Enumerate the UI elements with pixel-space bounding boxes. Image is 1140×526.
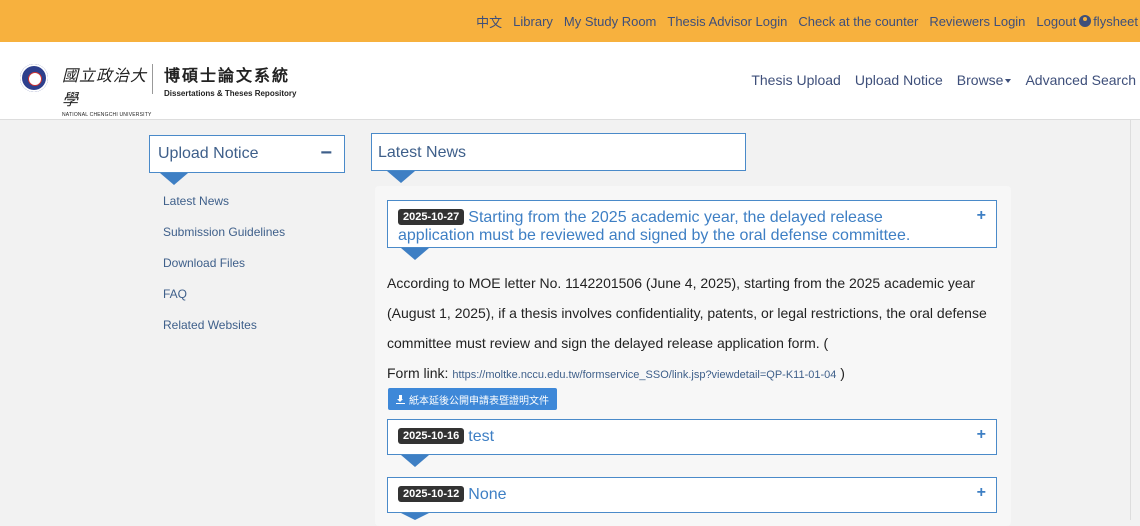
news-item-pointer [401,513,429,520]
sidebar-item-download-files[interactable]: Download Files [163,256,285,287]
lang-chinese-link[interactable]: 中文 [476,12,502,31]
main-section-title: Latest News [378,144,467,161]
nav-advanced-search[interactable]: Advanced Search [1025,72,1136,88]
main-section-header: Latest News [371,133,746,171]
download-icon [396,394,405,404]
nav-browse-dropdown[interactable]: Browse [957,72,1012,88]
page-edge-divider [1130,120,1131,520]
collapse-icon[interactable]: − [320,142,332,165]
download-form-button[interactable]: 紙本延後公開申請表暨證明文件 [388,388,557,410]
sidebar-item-related-websites[interactable]: Related Websites [163,318,285,349]
sidebar-title: Upload Notice [158,145,259,162]
caret-down-icon [1005,79,1012,84]
news-title: test [468,428,495,445]
logo-divider [152,64,153,94]
news-body: According to MOE letter No. 1142201506 (… [387,268,1003,390]
sidebar-item-faq[interactable]: FAQ [163,287,285,318]
university-name-en: NATIONAL CHENGCHI UNIVERSITY [62,112,152,118]
download-form-label: 紙本延後公開申請表暨證明文件 [409,395,549,407]
expand-icon[interactable]: + [977,484,986,502]
check-at-counter-link[interactable]: Check at the counter [798,14,918,29]
reviewers-login-link[interactable]: Reviewers Login [929,14,1025,29]
expand-icon[interactable]: + [977,207,986,225]
university-seal-logo[interactable] [20,64,48,92]
site-header: 國立政治大學 NATIONAL CHENGCHI UNIVERSITY 博碩士論… [0,42,1140,120]
system-logo[interactable]: 博碩士論文系統 Dissertations & Theses Repositor… [164,62,296,98]
user-icon [1079,15,1092,27]
logout-label: Logout [1036,13,1077,29]
news-title: None [468,486,507,503]
form-link[interactable]: https://moltke.nccu.edu.tw/formservice_S… [452,369,836,381]
news-item-pointer [401,248,429,260]
nav-thesis-upload[interactable]: Thesis Upload [751,72,841,88]
top-bar: 中文 Library My Study Room Thesis Advisor … [0,0,1140,42]
thesis-advisor-login-link[interactable]: Thesis Advisor Login [667,14,787,29]
nav-browse-label: Browse [956,72,1004,88]
form-link-close: ) [840,365,845,381]
expand-icon[interactable]: + [977,426,986,444]
news-item-header[interactable]: 2025-10-12 None + [387,477,997,513]
main-header-pointer [387,171,415,183]
news-item-header[interactable]: 2025-10-27 Starting from the 2025 academi… [387,200,997,248]
nav-upload-notice[interactable]: Upload Notice [855,72,943,88]
news-item-header[interactable]: 2025-10-16 test + [387,419,997,455]
form-link-label: Form link: [387,365,449,381]
main-nav: Thesis Upload Upload Notice Browse Advan… [751,72,1136,88]
news-title: Starting from the 2025 academic year, th… [398,209,911,244]
news-date-badge: 2025-10-16 [398,428,465,444]
sidebar-menu: Latest News Submission Guidelines Downlo… [163,194,285,349]
username: flysheet [1093,13,1138,29]
library-link[interactable]: Library [513,14,553,29]
sidebar-item-latest-news[interactable]: Latest News [163,194,285,225]
logout-link[interactable]: Logout flysheet [1036,14,1138,29]
sidebar-header: Upload Notice − [149,135,345,173]
my-study-room-link[interactable]: My Study Room [564,14,656,29]
news-body-text: According to MOE letter No. 1142201506 (… [387,275,987,351]
system-name: 博碩士論文系統 [164,66,291,85]
university-logo[interactable]: 國立政治大學 NATIONAL CHENGCHI UNIVERSITY [62,62,152,118]
system-name-en: Dissertations & Theses Repository [164,89,297,98]
news-date-badge: 2025-10-27 [398,209,465,225]
news-item-pointer [401,455,429,467]
sidebar-item-submission-guidelines[interactable]: Submission Guidelines [163,225,285,256]
university-name: 國立政治大學 [62,66,148,109]
news-date-badge: 2025-10-12 [398,486,465,502]
sidebar-header-pointer [160,173,188,185]
